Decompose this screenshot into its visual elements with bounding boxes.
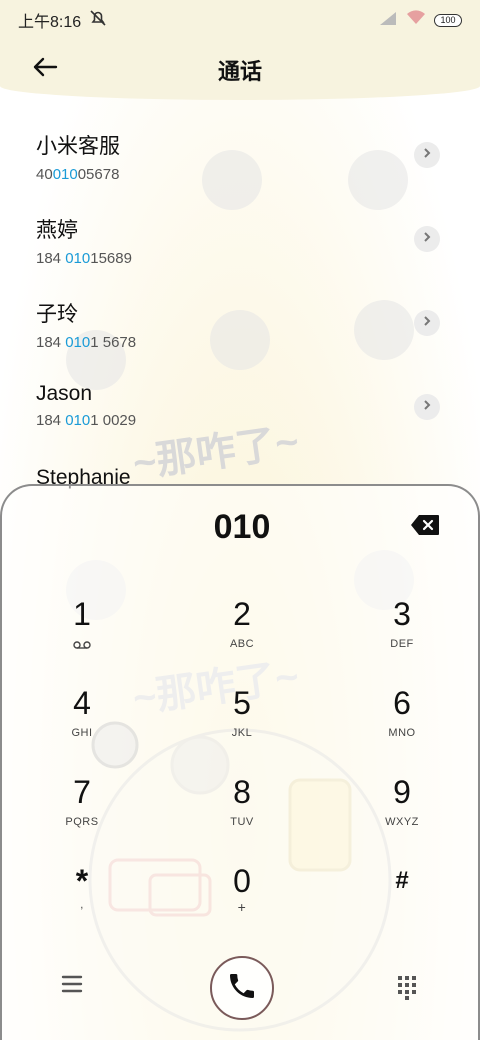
- phone-icon: [226, 970, 258, 1007]
- call-button[interactable]: [210, 956, 274, 1020]
- signal-icon: [378, 11, 398, 30]
- status-time: 上午8:16: [18, 14, 82, 31]
- page-title: 通话: [217, 59, 262, 84]
- keypad-grid: 1 2 ABC 3 DEF 4 GHI 5 JKL 6 MNO 7 PQRS 8…: [2, 596, 480, 952]
- contact-item[interactable]: Jason 184 0101 0029: [0, 372, 480, 456]
- battery-indicator: 100: [434, 13, 462, 27]
- key-2[interactable]: 2 ABC: [162, 596, 322, 685]
- dialed-number-display: 010: [213, 508, 271, 546]
- voicemail-icon: [73, 636, 91, 654]
- contact-item[interactable]: 燕婷 184 01015689: [0, 204, 480, 288]
- status-bar: 上午8:16 100: [0, 0, 480, 40]
- chevron-right-icon: [422, 314, 432, 332]
- dialpad-bottom-bar: [2, 956, 480, 1026]
- contact-item[interactable]: 小米客服 4001005678: [0, 120, 480, 204]
- contact-detail-button[interactable]: [414, 310, 440, 336]
- contact-detail-button[interactable]: [414, 226, 440, 252]
- key-7[interactable]: 7 PQRS: [2, 774, 162, 863]
- key-4[interactable]: 4 GHI: [2, 685, 162, 774]
- chevron-right-icon: [422, 146, 432, 164]
- key-star[interactable]: * ,: [2, 863, 162, 952]
- backspace-icon: [410, 515, 440, 540]
- key-3[interactable]: 3 DEF: [322, 596, 480, 685]
- contact-list: 小米客服 4001005678 燕婷 184 01015689 子玲 184 0…: [0, 120, 480, 540]
- contact-name: Jason: [36, 382, 93, 405]
- contact-number: 184 0101 5678: [36, 334, 137, 351]
- contact-detail-button[interactable]: [414, 142, 440, 168]
- contact-item[interactable]: 子玲 184 0101 5678: [0, 288, 480, 372]
- keypad-icon: [396, 976, 418, 1004]
- chevron-right-icon: [422, 230, 432, 248]
- key-6[interactable]: 6 MNO: [322, 685, 480, 774]
- key-hash[interactable]: #: [322, 863, 480, 952]
- menu-icon: [60, 975, 84, 998]
- dialpad: 010 1 2 ABC 3 DEF 4 GHI 5 JKL 6 MNO 7 PQ…: [0, 484, 480, 1040]
- chevron-right-icon: [422, 398, 432, 416]
- contact-number: 184 01015689: [36, 250, 132, 267]
- bell-slash-icon: [89, 9, 107, 32]
- backspace-button[interactable]: [410, 514, 440, 536]
- contact-detail-button[interactable]: [414, 394, 440, 420]
- keypad-toggle-button[interactable]: [396, 974, 424, 1004]
- contact-number: 4001005678: [36, 166, 120, 183]
- menu-button[interactable]: [60, 974, 90, 1004]
- key-0[interactable]: 0 +: [162, 863, 322, 952]
- wifi-icon: [406, 10, 426, 30]
- key-8[interactable]: 8 TUV: [162, 774, 322, 863]
- key-1[interactable]: 1: [2, 596, 162, 685]
- key-5[interactable]: 5 JKL: [162, 685, 322, 774]
- key-9[interactable]: 9 WXYZ: [322, 774, 480, 863]
- contact-number: 184 0101 0029: [36, 412, 137, 429]
